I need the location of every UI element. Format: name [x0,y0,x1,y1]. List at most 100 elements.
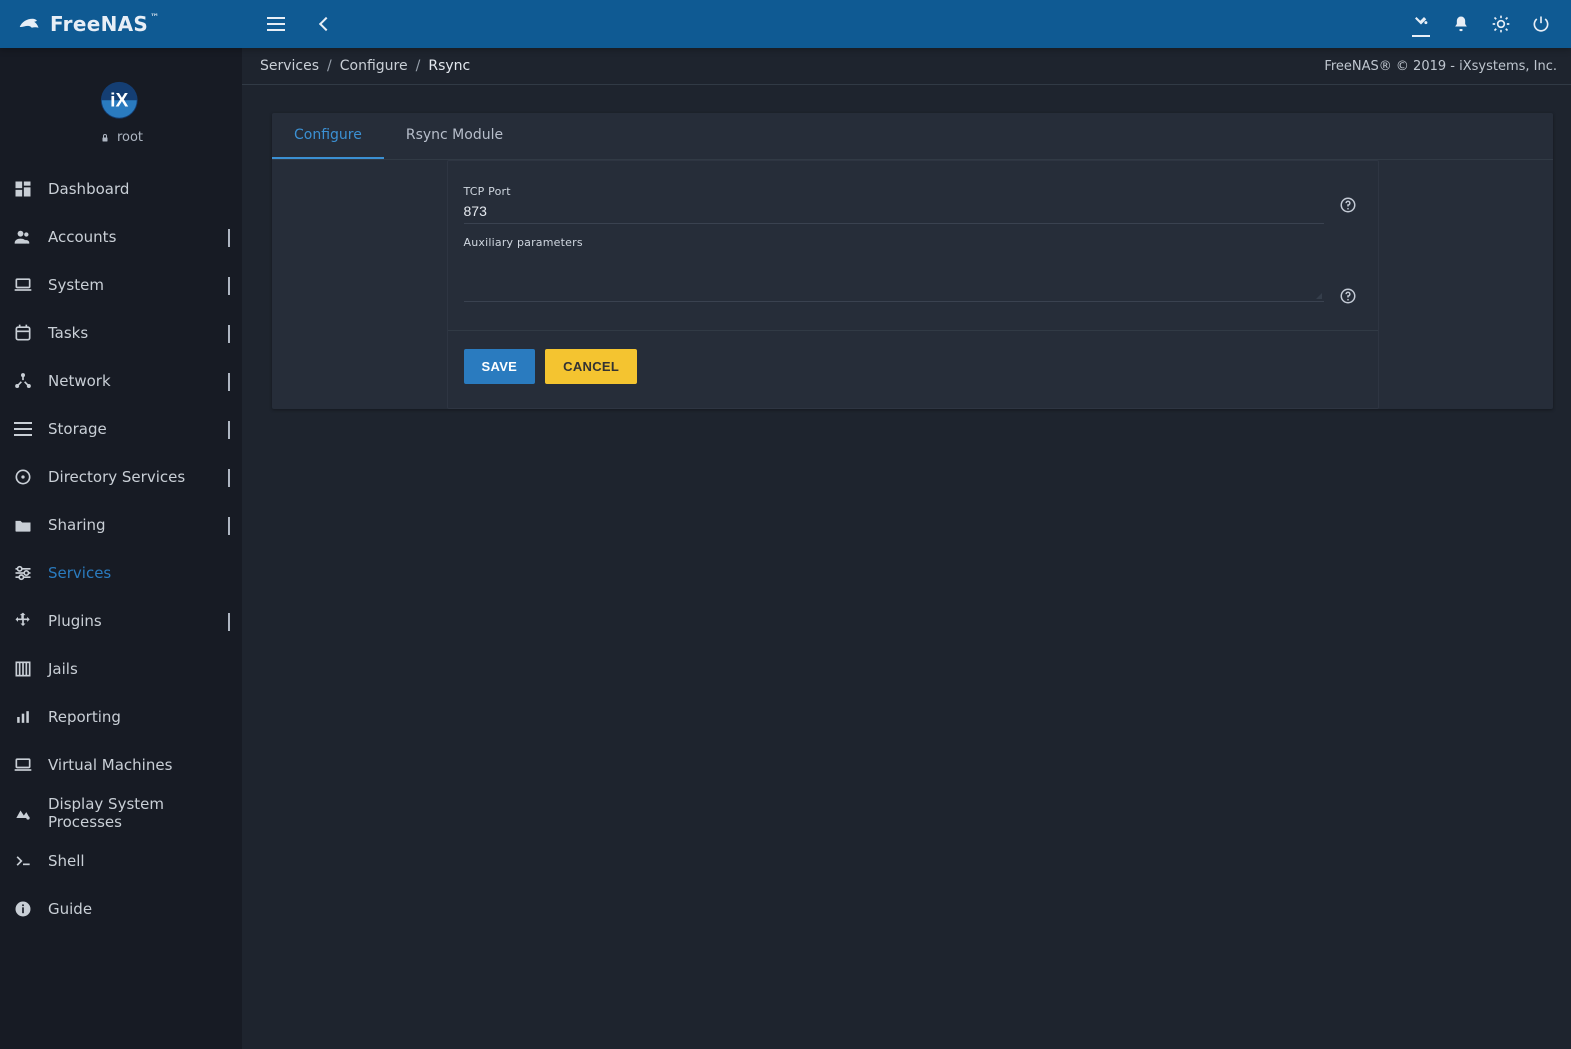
jail-icon [12,658,34,680]
sidebar-item-storage[interactable]: Storage [0,405,242,453]
laptop-icon [12,754,34,776]
aux-params-textarea[interactable] [464,257,1324,297]
tcp-port-label: TCP Port [464,185,1324,198]
card-rsync-configure: Configure Rsync Module TCP Port [272,113,1553,409]
tab-rsync-module[interactable]: Rsync Module [384,113,525,159]
chevron-down-icon [228,613,230,629]
settings-button[interactable] [1481,4,1521,44]
chevron-left-icon [319,17,333,31]
breadcrumb-sep: / [416,58,421,74]
sidebar-item-tasks[interactable]: Tasks [0,309,242,357]
content: Configure Rsync Module TCP Port [242,85,1571,427]
sidebar-item-label: Plugins [48,612,214,630]
calendar-icon [12,322,34,344]
form-buttons: SAVE CANCEL [464,349,1362,384]
sidebar-item-label: Reporting [48,708,230,726]
sidebar-item-display-system-processes[interactable]: Display System Processes [0,789,242,837]
sidebar-item-label: Virtual Machines [48,756,230,774]
sidebar-item-reporting[interactable]: Reporting [0,693,242,741]
gear-icon [1491,14,1511,34]
terminal-icon [12,850,34,872]
breadcrumb-services[interactable]: Services [260,58,319,74]
help-icon [1339,196,1357,214]
dashboard-icon [12,178,34,200]
format-color-fill-icon [1412,11,1430,29]
tab-configure[interactable]: Configure [272,113,384,159]
chevron-down-icon [228,325,230,341]
sidebar-item-label: Shell [48,852,230,870]
sidebar-item-sharing[interactable]: Sharing [0,501,242,549]
user-line: root [99,130,143,145]
form-area: TCP Port Auxiliary parameters [433,160,1393,409]
chevron-down-icon [228,517,230,533]
back-button[interactable] [306,4,346,44]
breadcrumb-sep: / [327,58,332,74]
chevron-down-icon [228,277,230,293]
sidebar-item-accounts[interactable]: Accounts [0,213,242,261]
help-tcp-port[interactable] [1334,191,1362,219]
nav: Dashboard Accounts System Tasks Network Stora… [0,165,242,933]
sidebar-item-label: Sharing [48,516,214,534]
brand[interactable]: FreeNAS ™ [16,12,159,36]
menu-toggle-button[interactable] [256,4,296,44]
breadcrumb-rsync: Rsync [428,58,470,74]
sidebar-item-system[interactable]: System [0,261,242,309]
sidebar-item-label: Jails [48,660,230,678]
field-tcp-port: TCP Port [464,173,1362,224]
bell-icon [1451,14,1471,34]
sidebar-item-virtual-machines[interactable]: Virtual Machines [0,741,242,789]
sidebar-item-network[interactable]: Network [0,357,242,405]
sidebar: root Dashboard Accounts System Tasks Network… [0,48,242,1049]
laptop-icon [12,274,34,296]
plugin-icon [12,610,34,632]
cancel-button[interactable]: CANCEL [545,349,637,384]
sidebar-item-shell[interactable]: Shell [0,837,242,885]
power-button[interactable] [1521,4,1561,44]
user-name: root [117,130,143,145]
sidebar-item-label: Tasks [48,324,214,342]
form-card: TCP Port Auxiliary parameters [447,160,1379,409]
main: Services / Configure / Rsync FreeNAS® © … [242,48,1571,1049]
vinyl-icon [12,466,34,488]
aux-params-textarea-wrap [464,257,1324,302]
shark-icon [16,12,40,36]
topbar-left [242,4,346,44]
notifications-button[interactable] [1441,4,1481,44]
brand-name: FreeNAS [50,12,148,36]
help-icon [1339,287,1357,305]
sidebar-item-label: System [48,276,214,294]
tcp-port-input[interactable] [464,200,1324,224]
brand-tm: ™ [150,13,159,23]
hub-icon [12,370,34,392]
sidebar-item-jails[interactable]: Jails [0,645,242,693]
divider [448,330,1378,331]
sidebar-item-label: Accounts [48,228,214,246]
sidebar-item-guide[interactable]: Guide [0,885,242,933]
topbar: FreeNAS ™ [0,0,1571,48]
theme-button[interactable] [1401,4,1441,44]
sidebar-item-directory-services[interactable]: Directory Services [0,453,242,501]
chevron-down-icon [228,229,230,245]
topbar-right [1401,4,1571,44]
sidebar-item-services[interactable]: Services [0,549,242,597]
sidebar-item-label: Storage [48,420,214,438]
help-aux-params[interactable] [1334,282,1362,310]
breadcrumb-configure[interactable]: Configure [340,58,408,74]
menu-icon [267,23,285,25]
ix-logo [93,80,149,124]
processes-icon [12,802,34,824]
sidebar-item-label: Network [48,372,214,390]
sidebar-header: root [0,60,242,155]
lock-icon [99,132,111,144]
sidebar-item-dashboard[interactable]: Dashboard [0,165,242,213]
tabs: Configure Rsync Module [272,113,1553,160]
sidebar-item-label: Services [48,564,230,582]
storage-icon [12,418,34,440]
save-button[interactable]: SAVE [464,349,536,384]
breadcrumb: Services / Configure / Rsync [260,58,470,74]
breadcrumb-row: Services / Configure / Rsync FreeNAS® © … [242,48,1571,85]
aux-params-label: Auxiliary parameters [464,236,1324,249]
copyright: FreeNAS® © 2019 - iXsystems, Inc. [1324,59,1557,74]
sidebar-item-plugins[interactable]: Plugins [0,597,242,645]
sidebar-item-label: Display System Processes [48,795,230,831]
